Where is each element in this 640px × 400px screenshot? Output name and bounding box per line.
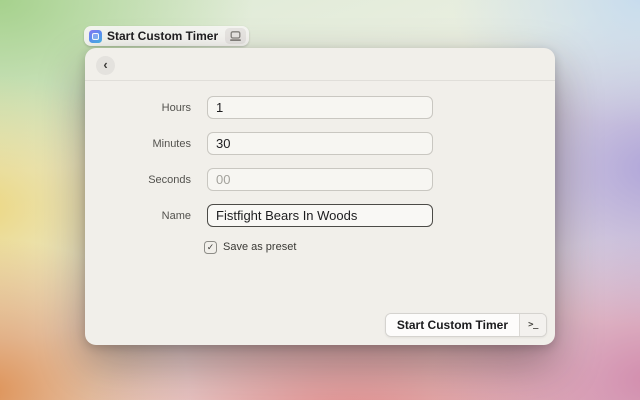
start-custom-timer-button[interactable]: Start Custom Timer bbox=[386, 314, 519, 336]
terminal-prompt-icon: >_ bbox=[528, 321, 538, 330]
chevron-left-icon: ‹ bbox=[103, 58, 107, 71]
form-row: Seconds bbox=[85, 168, 555, 191]
save-as-preset-checkbox[interactable]: ✓ Save as preset bbox=[204, 240, 555, 254]
save-as-preset-label: Save as preset bbox=[223, 241, 296, 253]
header-divider bbox=[85, 80, 555, 81]
form-row: Name bbox=[85, 204, 555, 227]
window-tab[interactable]: Start Custom Timer bbox=[84, 26, 249, 46]
hours-input[interactable] bbox=[207, 96, 433, 119]
name-input[interactable] bbox=[207, 204, 433, 227]
window-tab-title: Start Custom Timer bbox=[107, 29, 218, 43]
minutes-input[interactable] bbox=[207, 132, 433, 155]
timer-app-icon bbox=[89, 30, 102, 43]
hours-label: Hours bbox=[85, 102, 191, 114]
custom-timer-form: Hours Minutes Seconds Name ✓ Save as pre… bbox=[85, 96, 555, 254]
primary-action-group: Start Custom Timer >_ bbox=[385, 313, 547, 337]
timer-glyph bbox=[92, 33, 99, 40]
seconds-label: Seconds bbox=[85, 174, 191, 186]
form-row: Minutes bbox=[85, 132, 555, 155]
name-label: Name bbox=[85, 210, 191, 222]
checkbox-box[interactable]: ✓ bbox=[204, 241, 217, 254]
checkmark-icon: ✓ bbox=[207, 243, 215, 252]
seconds-input[interactable] bbox=[207, 168, 433, 191]
form-row: Hours bbox=[85, 96, 555, 119]
shortcut-button[interactable]: >_ bbox=[520, 314, 546, 336]
minutes-label: Minutes bbox=[85, 138, 191, 150]
desktop-background: Start Custom Timer ‹ Hours Minutes Secon bbox=[0, 0, 640, 400]
timer-window: ‹ Hours Minutes Seconds Name bbox=[85, 48, 555, 345]
back-button[interactable]: ‹ bbox=[96, 56, 115, 75]
printer-icon[interactable] bbox=[225, 28, 246, 44]
